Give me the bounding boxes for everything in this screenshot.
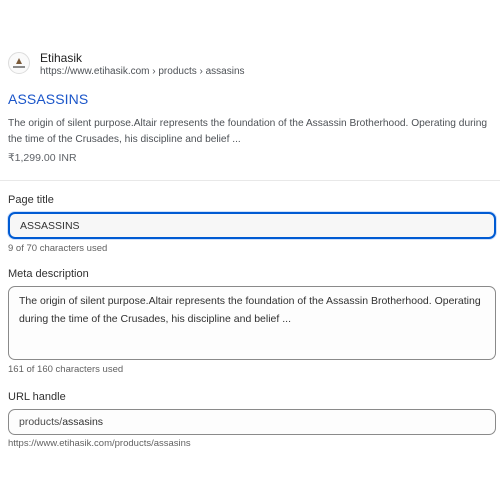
page-title-input[interactable]: ASSASSINS <box>8 212 496 239</box>
url-handle-field-text: products/assasins <box>19 416 103 428</box>
meta-description-value: The origin of silent purpose.Altair repr… <box>19 295 481 325</box>
preview-description: The origin of silent purpose.Altair repr… <box>8 118 488 145</box>
search-preview: Etihasik https://www.etihasik.com › prod… <box>0 44 500 181</box>
meta-description-label: Meta description <box>8 268 89 280</box>
preview-title[interactable]: ASSASSINS <box>8 91 88 107</box>
preview-site-row: Etihasik https://www.etihasik.com › prod… <box>8 51 488 82</box>
url-handle-prefix: products/ <box>19 416 63 428</box>
preview-site-name: Etihasik <box>40 51 83 65</box>
preview-price: ₹1,299.00 INR <box>8 152 77 164</box>
url-handle-full-url: https://www.etihasik.com/products/assasi… <box>8 438 191 449</box>
url-handle-value: assasins <box>62 416 104 428</box>
page-title-value: ASSASSINS <box>20 220 80 232</box>
url-handle-label: URL handle <box>8 391 66 403</box>
page-title-label: Page title <box>8 194 54 206</box>
url-handle-input[interactable]: products/assasins <box>8 409 496 435</box>
brand-logo-icon <box>8 52 30 74</box>
preview-site-url: https://www.etihasik.com › products › as… <box>40 66 245 77</box>
page-title-counter: 9 of 70 characters used <box>8 243 108 254</box>
meta-description-textarea[interactable]: The origin of silent purpose.Altair repr… <box>8 286 496 360</box>
meta-description-counter: 161 of 160 characters used <box>8 364 124 375</box>
